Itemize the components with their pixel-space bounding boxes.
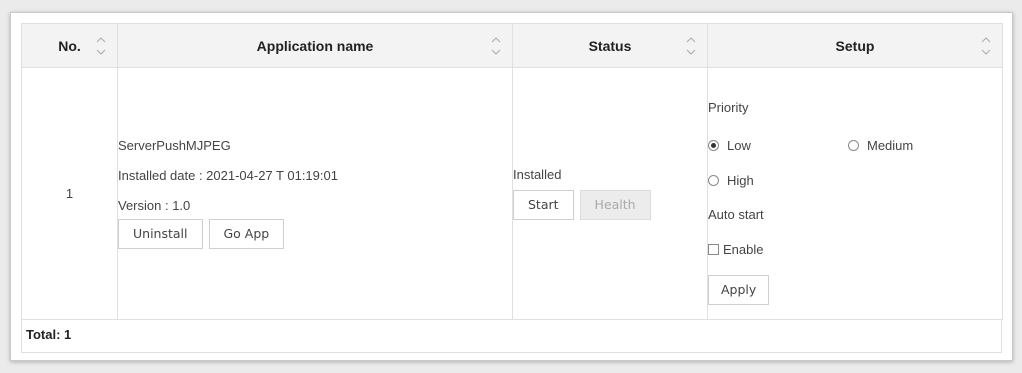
sort-icon[interactable] [685, 35, 697, 57]
priority-label: Priority [708, 99, 749, 115]
column-header-setup[interactable]: Setup [707, 23, 1003, 68]
sort-icon[interactable] [490, 35, 502, 57]
start-button[interactable]: Start [513, 190, 574, 220]
column-header-label: Application name [256, 37, 374, 54]
total-count: Total: 1 [21, 319, 1002, 353]
status-cell: Installed Start Health [512, 67, 708, 320]
uninstall-button[interactable]: Uninstall [118, 219, 203, 249]
column-header-status[interactable]: Status [512, 23, 708, 68]
apply-button[interactable]: Apply [708, 274, 770, 305]
enable-checkbox-option[interactable]: Enable [708, 242, 1002, 257]
applications-panel: No. Application name Status Setup 1 Serv… [10, 12, 1013, 361]
sort-icon[interactable] [95, 35, 107, 57]
installed-date: Installed date : 2021-04-27 T 01:19:01 [118, 168, 338, 183]
table-header-row: No. Application name Status Setup [21, 23, 1003, 68]
go-app-button[interactable]: Go App [208, 219, 285, 249]
priority-radio-row: Low Medium [708, 137, 1002, 154]
radio-medium[interactable] [848, 139, 859, 151]
column-header-label: Setup [835, 37, 875, 54]
checkbox-label: Enable [723, 241, 764, 257]
radio-label: High [727, 172, 754, 188]
column-header-label: Status [588, 37, 632, 54]
priority-radio-row: High [708, 172, 1002, 189]
row-number: 1 [21, 67, 118, 320]
status-text: Installed [513, 167, 562, 182]
radio-label: Medium [867, 137, 914, 153]
column-header-label: No. [58, 37, 81, 54]
column-header-no[interactable]: No. [21, 23, 118, 68]
radio-high[interactable] [708, 174, 719, 186]
radio-low[interactable] [708, 139, 719, 151]
health-button: Health [579, 190, 651, 220]
application-name-cell: ServerPushMJPEG Installed date : 2021-04… [117, 67, 513, 320]
enable-checkbox[interactable] [708, 243, 719, 255]
table-row: 1 ServerPushMJPEG Installed date : 2021-… [21, 67, 1003, 320]
priority-medium-option[interactable]: Medium [848, 138, 913, 153]
priority-high-option[interactable]: High [708, 173, 754, 188]
app-version: Version : 1.0 [118, 198, 191, 213]
auto-start-label: Auto start [708, 206, 764, 222]
column-header-application-name[interactable]: Application name [117, 23, 513, 68]
radio-label: Low [727, 137, 751, 153]
app-name: ServerPushMJPEG [118, 138, 231, 153]
applications-table: No. Application name Status Setup 1 Serv… [21, 23, 1003, 320]
priority-low-option[interactable]: Low [708, 138, 848, 153]
sort-icon[interactable] [980, 35, 992, 57]
setup-cell: Priority Low Medium High Auto start Enab… [707, 67, 1003, 320]
